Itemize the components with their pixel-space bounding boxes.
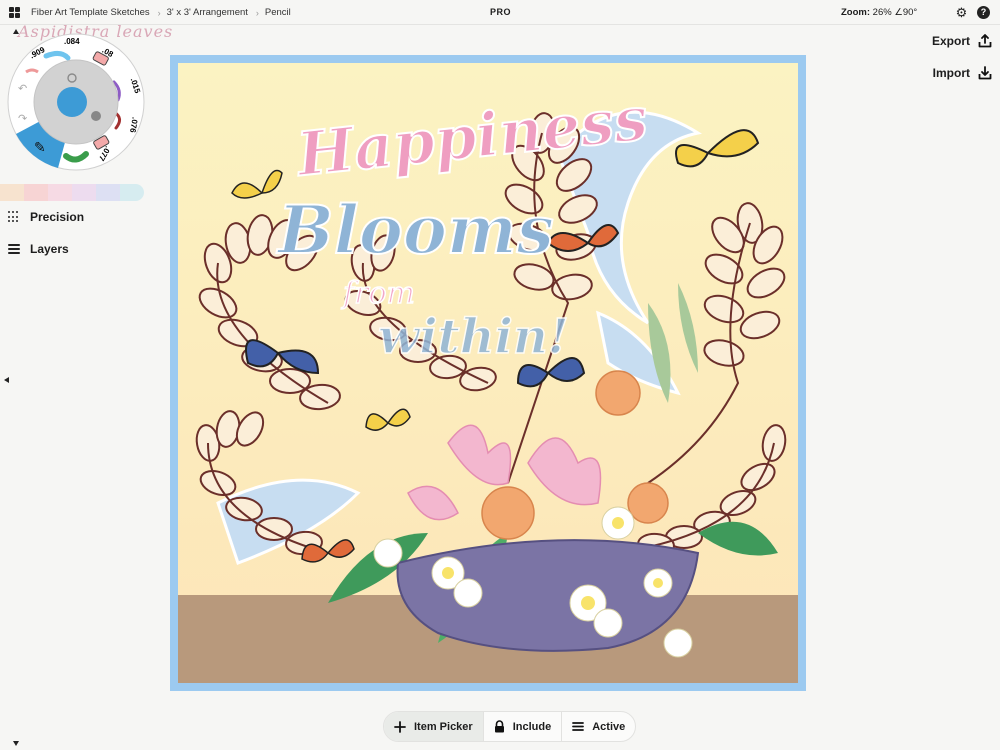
selection-toolbar: Item Picker Include Active: [383, 711, 637, 742]
rotation-value: ∠90°: [894, 7, 918, 18]
item-picker-button[interactable]: Item Picker: [384, 712, 483, 741]
gallery-grid-icon[interactable]: [9, 7, 20, 18]
item-picker-label: Item Picker: [414, 720, 473, 733]
tool-wheel[interactable]: .909 .084 .08 .015 .076 .077 ✎ ↶ ↷: [6, 32, 146, 172]
artwork-title-line4: within!: [378, 309, 569, 365]
color-swatch[interactable]: [120, 184, 144, 201]
color-swatch[interactable]: [48, 184, 72, 201]
color-swatch[interactable]: [24, 184, 48, 201]
breadcrumb: Fiber Art Template Sketches › 3' x 3' Ar…: [31, 7, 291, 18]
artwork-title-line2: Blooms: [276, 191, 554, 269]
expand-left-arrow-icon[interactable]: [4, 377, 9, 383]
active-layer-button[interactable]: Active: [562, 712, 635, 741]
precision-label: Precision: [30, 210, 85, 224]
layers-stack-icon: [572, 722, 585, 731]
layers-button[interactable]: Layers: [8, 242, 69, 256]
color-swatch[interactable]: [96, 184, 120, 201]
precision-dots-icon: [8, 211, 20, 223]
artwork-title-line3: from: [341, 276, 415, 311]
zoom-value: 26%: [872, 7, 892, 18]
export-button[interactable]: Export: [932, 34, 992, 48]
collapse-down-arrow-icon[interactable]: [13, 741, 19, 746]
help-icon[interactable]: ?: [977, 6, 990, 19]
layers-icon: [8, 244, 20, 254]
chevron-right-icon: ›: [255, 7, 259, 18]
active-label: Active: [592, 720, 626, 733]
lock-icon: [494, 720, 504, 733]
color-swatch[interactable]: [72, 184, 96, 201]
pencil-icon: ✎: [34, 139, 46, 155]
color-swatch[interactable]: [0, 184, 24, 201]
pro-badge[interactable]: PRO: [490, 7, 511, 17]
chevron-right-icon: ›: [157, 7, 161, 18]
import-label: Import: [932, 66, 970, 80]
breadcrumb-gallery[interactable]: Fiber Art Template Sketches: [31, 7, 150, 18]
drawing-canvas[interactable]: Happiness Blooms from within!: [170, 55, 806, 691]
export-label: Export: [931, 34, 970, 48]
export-icon: [978, 34, 992, 48]
include-label: Include: [512, 720, 552, 733]
breadcrumb-layer[interactable]: Pencil: [265, 7, 291, 18]
include-button[interactable]: Include: [484, 712, 562, 741]
plus-icon: [394, 720, 406, 733]
redo-icon: ↷: [18, 113, 27, 125]
color-palette[interactable]: [0, 184, 144, 201]
import-icon: [978, 66, 992, 80]
size-label: .084: [64, 37, 80, 46]
precision-button[interactable]: Precision: [8, 210, 84, 224]
import-button[interactable]: Import: [933, 66, 992, 80]
breadcrumb-drawing[interactable]: 3' x 3' Arrangement: [167, 7, 248, 18]
undo-icon: ↶: [18, 83, 27, 95]
artwork: Happiness Blooms from within!: [178, 63, 798, 683]
layers-label: Layers: [30, 242, 69, 256]
zoom-label: Zoom:: [841, 7, 871, 18]
zoom-readout[interactable]: Zoom: 26% ∠90°: [841, 7, 917, 18]
gear-icon[interactable]: ⚙: [955, 6, 968, 19]
